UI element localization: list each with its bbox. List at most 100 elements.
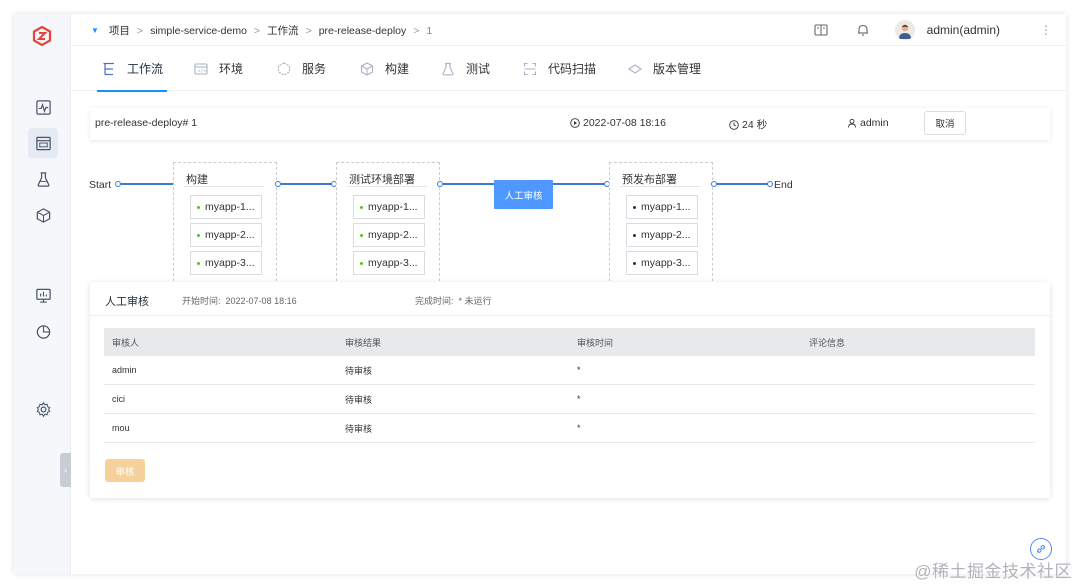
status-dot: [633, 233, 636, 237]
column-header-approver: 审核人: [112, 337, 140, 348]
status-dot: [360, 205, 363, 209]
tab-label: 代码扫描: [548, 62, 597, 76]
pie-chart-icon: [36, 324, 50, 339]
breadcrumb-item-project[interactable]: 项目: [109, 23, 130, 38]
job-item[interactable]: myapp-1...: [353, 195, 425, 219]
cube-icon: [36, 207, 50, 223]
tab-environment[interactable]: </> 环境: [193, 46, 243, 91]
time-cell: *: [577, 423, 581, 433]
breadcrumb-item-run: 1: [426, 24, 433, 37]
job-item[interactable]: myapp-1...: [626, 195, 698, 219]
column-header-result: 审核结果: [345, 337, 382, 348]
approval-start-time: 开始时间: 2022-07-08 18:16: [182, 296, 297, 306]
flow-end-label: End: [774, 179, 793, 191]
task-creator: admin: [847, 117, 889, 129]
stage-divider: [347, 186, 427, 187]
stage-pre-release[interactable]: 预发布部署 myapp-1... myapp-2... myapp-3...: [609, 162, 713, 286]
stage-divider: [184, 186, 264, 187]
tab-label: 服务: [302, 62, 327, 76]
user-icon: [848, 118, 856, 128]
approver-cell: admin: [112, 365, 137, 375]
task-duration: 24 秒: [729, 117, 767, 132]
job-item[interactable]: myapp-1...: [190, 195, 262, 219]
svg-text:</>: </>: [198, 68, 207, 74]
sidebar-item-dashboard[interactable]: [28, 280, 58, 310]
user-name[interactable]: admin(admin): [927, 23, 1000, 37]
job-item[interactable]: myapp-2...: [626, 223, 698, 247]
sidebar-item-artifact[interactable]: [28, 200, 58, 230]
test-icon: [440, 61, 456, 77]
tab-label: 测试: [466, 62, 491, 76]
flask-icon: [37, 171, 49, 187]
tab-label: 环境: [219, 62, 244, 76]
cancel-button[interactable]: 取消: [924, 111, 966, 135]
job-label: myapp-3...: [368, 257, 418, 269]
approval-panel-header: 人工审核 开始时间: 2022-07-08 18:16 完成时间: * 未运行: [90, 282, 1050, 316]
more-icon[interactable]: ⋮: [1040, 23, 1052, 37]
tab-build[interactable]: 构建: [359, 46, 409, 91]
job-item[interactable]: myapp-3...: [626, 251, 698, 275]
avatar[interactable]: [894, 20, 915, 40]
approval-node[interactable]: 人工审核: [494, 180, 553, 209]
flow-connector: [717, 183, 769, 185]
link-icon: [1036, 545, 1046, 553]
breadcrumb-item-workflow-name[interactable]: pre-release-deploy: [319, 25, 407, 37]
sidebar-item-test[interactable]: [28, 164, 58, 194]
approval-panel-title: 人工审核: [105, 296, 149, 308]
breadcrumb-item-service[interactable]: simple-service-demo: [150, 25, 247, 37]
approve-button[interactable]: 审核: [105, 459, 145, 482]
environment-icon: </>: [193, 61, 209, 77]
tab-test[interactable]: 测试: [440, 46, 490, 91]
tab-version[interactable]: 版本管理: [627, 46, 701, 91]
version-icon: [627, 61, 643, 77]
tab-code-scan[interactable]: 代码扫描: [522, 46, 596, 91]
docs-icon[interactable]: [811, 20, 831, 40]
stage-title: 测试环境部署: [349, 174, 415, 186]
stage-title: 预发布部署: [622, 174, 677, 186]
sidebar-item-monitor[interactable]: [28, 92, 58, 122]
status-dot: [197, 233, 200, 237]
tab-workflow[interactable]: 工作流: [96, 46, 168, 92]
approver-cell: cici: [112, 394, 125, 404]
logo-icon[interactable]: [32, 26, 52, 46]
service-icon: [276, 61, 292, 77]
breadcrumb-separator: >: [253, 24, 261, 37]
stage-test-deploy[interactable]: 测试环境部署 myapp-1... myapp-2... myapp-3...: [336, 162, 440, 286]
job-label: myapp-3...: [205, 257, 255, 269]
stage-build[interactable]: 构建 myapp-1... myapp-2... myapp-3...: [173, 162, 277, 286]
flow-connector: [443, 183, 495, 185]
status-dot: [360, 233, 363, 237]
flow-start-label: Start: [89, 179, 112, 191]
build-icon: [359, 61, 375, 77]
breadcrumb: ▼ 项目 > simple-service-demo > 工作流 > pre-r…: [91, 23, 432, 38]
job-label: myapp-2...: [205, 229, 255, 241]
result-cell: 待审核: [345, 423, 373, 434]
header-actions: admin(admin) ⋮: [811, 20, 1052, 40]
job-item[interactable]: myapp-2...: [190, 223, 262, 247]
job-label: myapp-1...: [368, 201, 418, 213]
caret-down-icon[interactable]: ▼: [91, 26, 99, 35]
job-item[interactable]: myapp-3...: [353, 251, 425, 275]
sidebar-item-statistics[interactable]: [28, 316, 58, 346]
breadcrumb-item-workflow[interactable]: 工作流: [267, 23, 299, 38]
bell-icon[interactable]: [853, 20, 873, 40]
status-dot: [197, 261, 200, 265]
job-label: myapp-2...: [641, 229, 691, 241]
activity-icon: [35, 99, 51, 115]
tab-label: 构建: [385, 62, 410, 76]
approver-cell: mou: [112, 423, 130, 433]
workflow-diagram: Start 构建 myapp-1... myapp-2... myapp-3..…: [71, 154, 1066, 302]
sidebar-item-project[interactable]: [28, 128, 58, 158]
sidebar-collapse-toggle[interactable]: ›: [60, 453, 71, 487]
flow-connector: [121, 183, 173, 185]
play-circle-icon: [570, 118, 580, 128]
tab-service[interactable]: 服务: [276, 46, 326, 91]
app-window: › ▼ 项目 > simple-service-demo > 工作流 > pre…: [14, 14, 1066, 574]
sidebar-item-settings[interactable]: [28, 394, 58, 424]
tab-bar: 工作流 </> 环境 服务 构建 测试 代码扫描 版本管理: [71, 46, 1066, 92]
column-header-time: 审核时间: [577, 337, 614, 348]
job-item[interactable]: myapp-3...: [190, 251, 262, 275]
result-cell: 待审核: [345, 365, 373, 376]
job-item[interactable]: myapp-2...: [353, 223, 425, 247]
approval-end-time: 完成时间: * 未运行: [415, 296, 492, 306]
